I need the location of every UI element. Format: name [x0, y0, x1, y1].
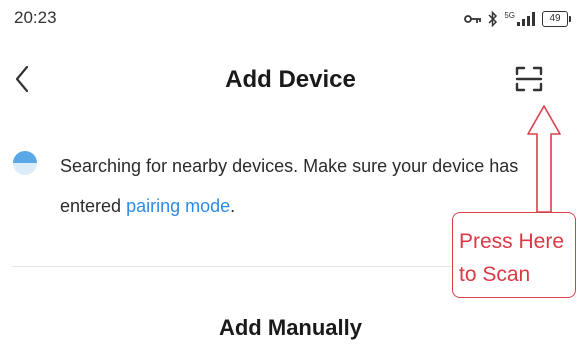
annotation-arrow-icon: [527, 105, 561, 213]
annotation-line-2: to Scan: [459, 263, 531, 286]
add-manually-title: Add Manually: [218, 315, 362, 340]
key-icon: [464, 14, 482, 24]
annotation-line-1: Press Here: [459, 230, 565, 253]
battery-level: 49: [542, 11, 568, 27]
annotation-callout: Press Here to Scan: [452, 212, 576, 298]
scan-button[interactable]: [511, 61, 547, 97]
add-device-screen: 20:23 5G 49 Add Device Searching for nea…: [0, 0, 581, 345]
network-type-label: 5G: [504, 11, 515, 20]
bluetooth-icon: [488, 11, 498, 27]
signal-icon: 5G: [504, 12, 536, 26]
divider: [12, 266, 452, 267]
scan-frame-icon: [515, 66, 543, 92]
search-message-end: .: [230, 196, 236, 216]
page-title: Add Device: [225, 66, 356, 93]
status-time: 20:23: [14, 8, 57, 27]
pairing-mode-link[interactable]: pairing mode: [126, 196, 230, 216]
status-icons: 5G 49: [464, 8, 571, 30]
loading-spinner-icon: [13, 151, 37, 175]
battery-icon: 49: [542, 11, 571, 27]
